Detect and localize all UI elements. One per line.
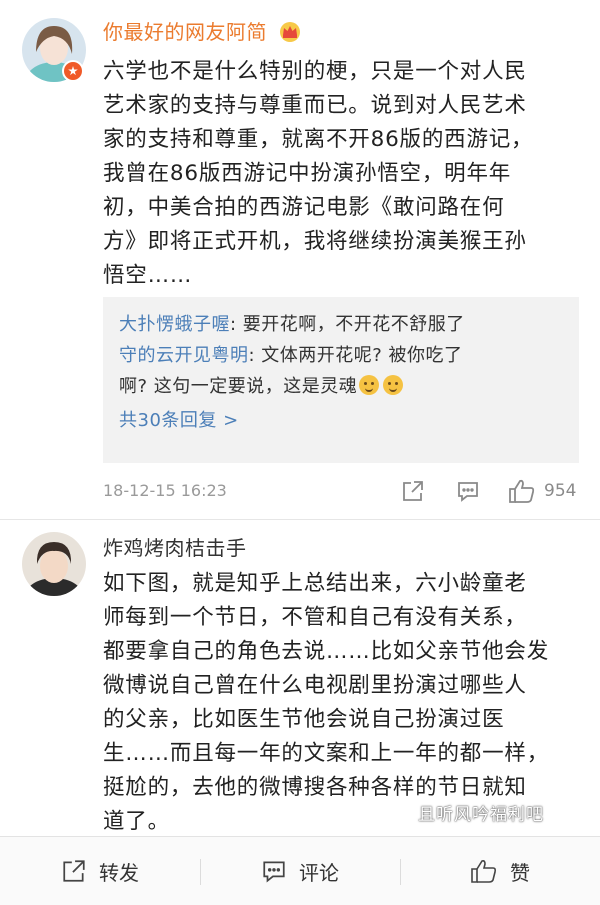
comment-meta: 18-12-15 16:23 954 (103, 478, 583, 504)
comment-body: 如下图，就是知乎上总结出来，六小龄童老 师每到一个节日，不管和自己有没有关系， … (103, 567, 588, 839)
crown-icon (279, 22, 300, 42)
repost-label: 转发 (99, 860, 139, 885)
reply-item: 守的云开见粤明: 文体两开花呢? 被你吃了 啊? 这句一定要说，这是灵魂 (119, 340, 565, 402)
comment-body: 六学也不是什么特别的梗，只是一个对人民 艺术家的支持与尊重而已。说到对人民艺术 … (103, 55, 588, 293)
repost-icon (63, 860, 85, 882)
reply-author[interactable]: 守的云开见粤明 (119, 345, 249, 366)
watermark: 且听风吟福利吧 (418, 805, 544, 825)
avatar[interactable] (22, 532, 86, 596)
verified-star-icon (62, 60, 84, 82)
comment-line: 微博说自己曾在什么电视剧里扮演过哪些人 (103, 673, 527, 698)
comment-label: 评论 (299, 860, 339, 885)
comment-icon (263, 861, 285, 883)
comment-line: 都要拿自己的角色去说……比如父亲节他会发 (103, 639, 550, 664)
comment-line: 的父亲，比如医生节他会说自己扮演过医 (103, 707, 505, 732)
avatar-image (22, 532, 86, 596)
reply-author[interactable]: 大扑愣蛾子喔 (119, 314, 230, 335)
comment-line: 生……而且每一年的文案和上一年的都一样， (103, 741, 550, 766)
comment-line: 初，中美合拍的西游记电影《敢问路在何 (103, 195, 505, 220)
comment-author[interactable]: 你最好的网友阿简 (103, 18, 302, 46)
reply-text: : 要开花啊，不开花不舒服了 (230, 314, 465, 335)
comment-line: 方》即将正式开机，我将继续扮演美猴王孙 (103, 229, 527, 254)
like-label: 赞 (510, 860, 530, 885)
comment-line: 六学也不是什么特别的梗，只是一个对人民 (103, 59, 527, 84)
comment-icon (458, 482, 478, 502)
doge-emoji-icon (359, 375, 380, 395)
comment-line: 如下图，就是知乎上总结出来，六小龄童老 (103, 571, 527, 596)
repost-button[interactable] (401, 479, 425, 503)
comment-line: 悟空…… (103, 263, 193, 288)
comment-line: 家的支持和尊重，就离不开86版的西游记， (103, 127, 534, 152)
more-replies-link[interactable]: 共30条回复 > (119, 406, 565, 436)
comment-button[interactable] (456, 479, 480, 503)
comment-item: 你最好的网友阿简 六学也不是什么特别的梗，只是一个对人民 艺术家的支持与尊重而已… (0, 0, 600, 520)
thumbs-up-icon (509, 479, 535, 503)
thumbs-up-icon (471, 860, 497, 883)
reply-item: 大扑愣蛾子喔: 要开花啊，不开花不舒服了 (119, 309, 565, 340)
comment-author[interactable]: 炸鸡烤肉桔击手 (103, 534, 247, 562)
comment-bar-button[interactable]: 评论 (200, 837, 400, 905)
bottom-action-bar: 转发 评论 赞 (0, 836, 600, 905)
comment-line: 艺术家的支持与尊重而已。说到对人民艺术 (103, 93, 527, 118)
reply-text: 啊? 这句一定要说，这是灵魂 (119, 376, 358, 397)
timestamp: 18-12-15 16:23 (103, 481, 227, 500)
like-button[interactable]: 954 (508, 478, 576, 504)
repost-bar-button[interactable]: 转发 (0, 837, 200, 905)
comment-item: 炸鸡烤肉桔击手 如下图，就是知乎上总结出来，六小龄童老 师每到一个节日，不管和自… (0, 520, 600, 836)
comment-line: 我曾在86版西游记中扮演孙悟空，明年年 (103, 161, 512, 186)
like-count: 954 (544, 481, 577, 501)
doge-emoji-icon (383, 375, 404, 395)
reply-text: : 文体两开花呢? 被你吃了 (248, 345, 463, 366)
reply-box[interactable]: 大扑愣蛾子喔: 要开花啊，不开花不舒服了 守的云开见粤明: 文体两开花呢? 被你… (103, 297, 579, 463)
repost-icon (403, 481, 423, 501)
like-bar-button[interactable]: 赞 (400, 837, 600, 905)
comment-line: 师每到一个节日，不管和自己有没有关系， (103, 605, 527, 630)
